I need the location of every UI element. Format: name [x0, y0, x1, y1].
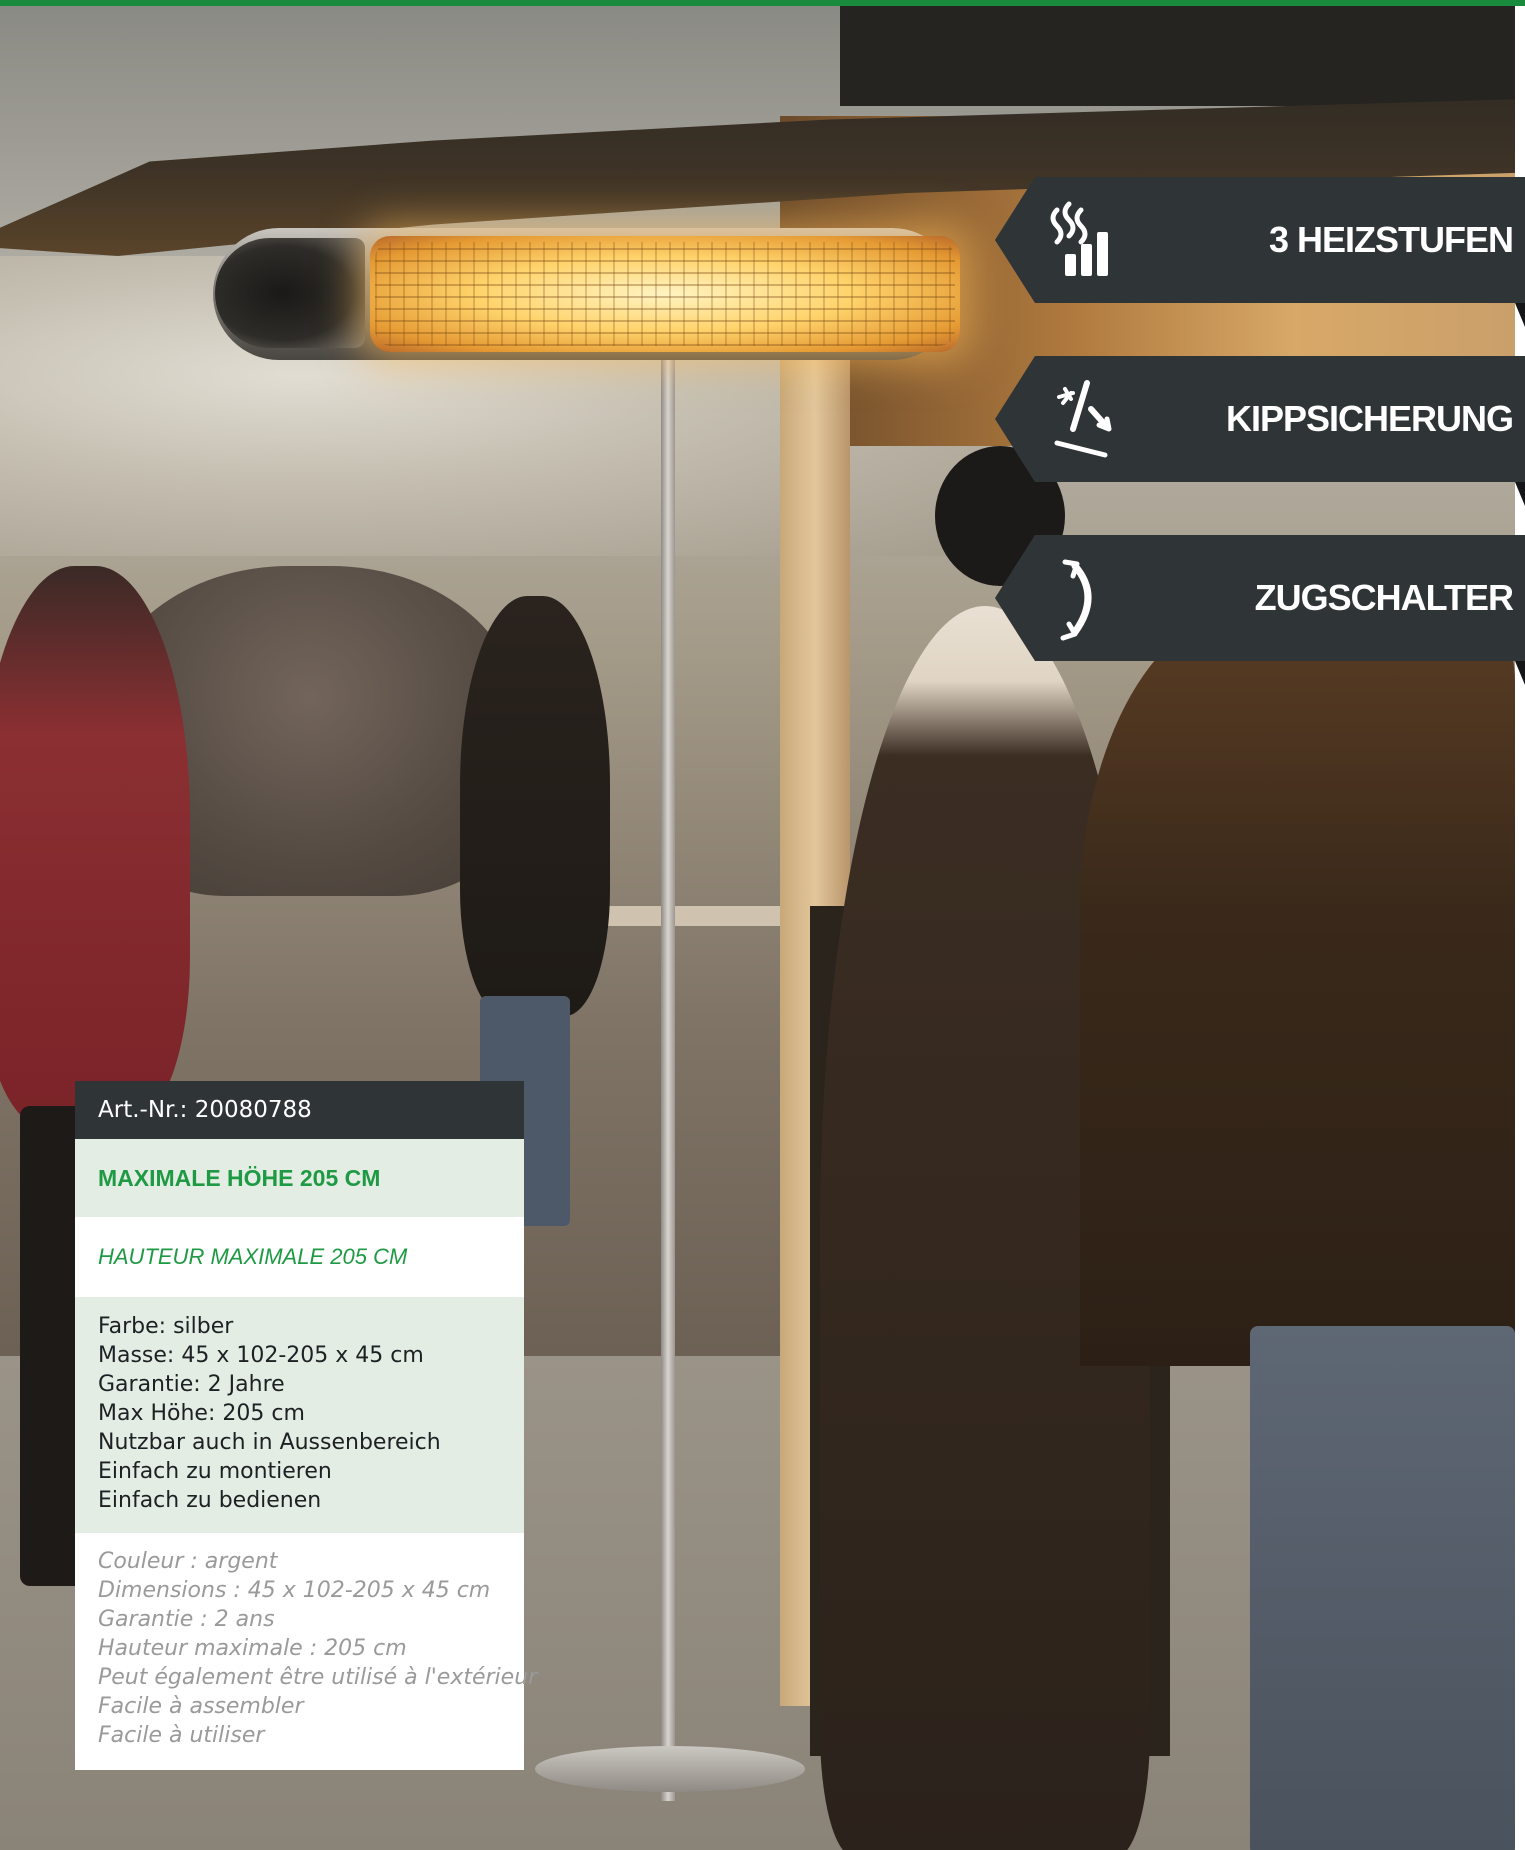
heater-grille: [375, 242, 955, 346]
spec-item: Dimensions : 45 x 102-205 x 45 cm: [98, 1578, 491, 1603]
spec-item: Facile à utiliser: [98, 1723, 265, 1748]
heat-levels-icon: [1035, 190, 1135, 290]
product-info-card: Art.-Nr.: 20080788 MAXIMALE HÖHE 205 CM …: [75, 1081, 538, 1770]
headline-fr: HAUTEUR MAXIMALE 205 CM: [75, 1217, 524, 1297]
spec-item: Einfach zu bedienen: [98, 1488, 322, 1513]
spec-item: Nutzbar auch in Aussenbereich: [98, 1430, 441, 1455]
feature-label: KIPPSICHERUNG: [1225, 398, 1514, 439]
feature-badge-heat-levels: 3 HEIZSTUFEN: [995, 177, 1525, 327]
spec-item: Max Höhe: 205 cm: [98, 1401, 305, 1426]
heater-base: [535, 1746, 805, 1792]
feature-label: ZUGSCHALTER: [1254, 577, 1514, 618]
pull-switch-icon: [1035, 548, 1135, 648]
person-brown-jacket: [1080, 606, 1515, 1366]
spec-item: Garantie: 2 Jahre: [98, 1372, 285, 1397]
person-dark-jacket: [460, 596, 610, 1016]
spec-item: Farbe: silber: [98, 1314, 234, 1339]
roof-cap: [840, 6, 1515, 106]
spec-item: Masse: 45 x 102-205 x 45 cm: [98, 1343, 424, 1368]
spec-item: Hauteur maximale : 205 cm: [98, 1636, 407, 1661]
spec-item: Couleur : argent: [98, 1549, 278, 1574]
feature-label: 3 HEIZSTUFEN: [1268, 219, 1514, 260]
heater-endcap: [215, 238, 365, 348]
heater-pole: [661, 351, 675, 1801]
headline-de: MAXIMALE HÖHE 205 CM: [75, 1139, 524, 1217]
spec-list-de: Farbe: silber Masse: 45 x 102-205 x 45 c…: [75, 1297, 524, 1533]
tip-over-protection-icon: [1035, 369, 1135, 469]
person-red-jacket: [0, 566, 190, 1126]
spec-item: Einfach zu montieren: [98, 1459, 332, 1484]
spec-item: Garantie : 2 ans: [98, 1607, 275, 1632]
spec-item: Peut également être utilisé à l'extérieu…: [98, 1665, 538, 1690]
person-right-jeans: [1250, 1326, 1515, 1850]
feature-badge-pull-switch: ZUGSCHALTER: [995, 535, 1525, 685]
spec-list-fr: Couleur : argent Dimensions : 45 x 102-2…: [75, 1533, 538, 1770]
feature-badge-tip-over: KIPPSICHERUNG: [995, 356, 1525, 506]
article-number: Art.-Nr.: 20080788: [75, 1081, 524, 1139]
spec-item: Facile à assembler: [98, 1694, 304, 1719]
